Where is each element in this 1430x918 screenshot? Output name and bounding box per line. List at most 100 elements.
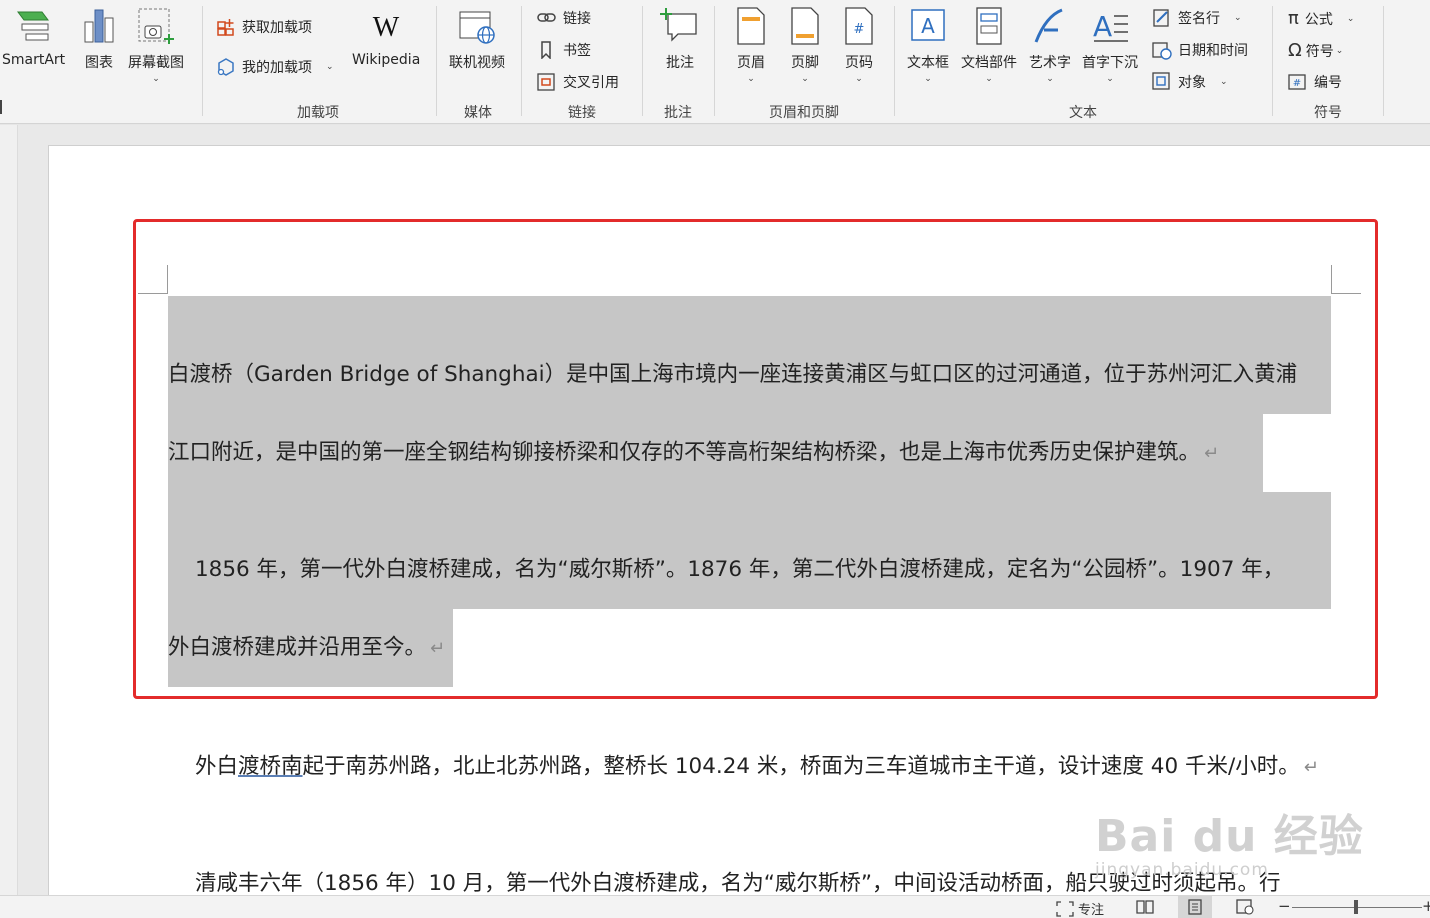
bookmark-label: 书签 (563, 43, 591, 59)
vertical-ruler-strip (0, 125, 18, 895)
comment-icon (660, 8, 697, 42)
group-label-header-footer: 页眉和页脚 (769, 105, 839, 121)
object-icon (1152, 72, 1170, 90)
chevron-down-icon: ⌄ (1220, 77, 1228, 87)
group-label-text: 文本 (1069, 105, 1097, 121)
chart-label: 图表 (85, 55, 113, 71)
paragraph-3-line-1[interactable]: 外白渡桥南起于南苏州路，北止北苏州路，整桥长 104.24 米，桥面为三车道城市… (195, 728, 1319, 806)
cross-reference-button[interactable]: 交叉引用 (537, 72, 619, 92)
page-number-label: 页码 (845, 55, 873, 71)
separator (642, 6, 643, 116)
pi-icon: π (1288, 8, 1299, 29)
symbol-label: 符号 (1305, 43, 1334, 60)
zoom-out-button[interactable]: − (1278, 897, 1291, 915)
chevron-down-icon: ⌄ (747, 74, 755, 84)
text-run: 外白 (195, 754, 239, 779)
header-icon (737, 7, 765, 45)
paragraph-mark-icon: ↵ (1303, 757, 1319, 778)
chevron-down-icon: ⌄ (924, 74, 932, 84)
print-layout-button[interactable] (1178, 896, 1212, 918)
separator (1383, 6, 1384, 116)
my-addins-label: 我的加载项 (242, 60, 312, 76)
equation-button[interactable]: π 公式 ⌄ (1288, 8, 1354, 29)
wikipedia-button[interactable]: W Wikipedia (352, 6, 420, 68)
status-bar: 专注 − + (0, 895, 1430, 918)
svg-text:A: A (921, 14, 935, 38)
footer-button[interactable]: 页脚 ⌄ (789, 6, 821, 84)
separator (436, 6, 437, 116)
group-label-media: 媒体 (464, 105, 492, 121)
comment-label: 批注 (666, 55, 694, 71)
separator (521, 6, 522, 116)
smartart-icon (16, 11, 49, 41)
wikipedia-label: Wikipedia (352, 52, 421, 68)
dropcap-button[interactable]: A 首字下沉 ⌄ (1082, 6, 1138, 84)
svg-text:W: W (373, 12, 400, 43)
print-layout-icon (1188, 899, 1202, 915)
separator (714, 6, 715, 116)
numbering-icon: # (1288, 74, 1306, 90)
symbol-button[interactable]: Ω 符号 ⌄ (1288, 40, 1343, 61)
chevron-down-icon: ⌄ (1234, 13, 1242, 23)
wordart-icon (1034, 8, 1063, 43)
signature-icon (1153, 9, 1169, 27)
left-edge-mark (0, 100, 2, 114)
focus-mode-button[interactable]: 专注 (1056, 899, 1104, 918)
link-button[interactable]: 链接 (537, 8, 591, 28)
separator (894, 6, 895, 116)
focus-label: 专注 (1078, 903, 1105, 918)
online-video-button[interactable]: 联机视频 (449, 6, 505, 72)
signature-line-button[interactable]: 签名行 ⌄ (1152, 8, 1242, 28)
footer-label: 页脚 (791, 55, 819, 71)
zoom-in-button[interactable]: + (1422, 897, 1430, 915)
page-number-button[interactable]: # 页码 ⌄ (843, 6, 875, 84)
numbering-label: 编号 (1314, 75, 1342, 91)
smartart-label: SmartArt (2, 52, 66, 68)
object-label: 对象 (1178, 75, 1206, 91)
chevron-down-icon: ⌄ (1106, 74, 1114, 84)
zoom-slider-thumb[interactable] (1354, 900, 1358, 914)
store-icon (217, 19, 234, 36)
numbering-button[interactable]: # 编号 (1288, 72, 1342, 92)
get-addins-button[interactable]: 获取加载项 (216, 17, 312, 37)
group-label-links: 链接 (568, 105, 596, 121)
wordart-button[interactable]: 艺术字 ⌄ (1029, 6, 1071, 84)
link-icon (537, 13, 556, 22)
quick-parts-button[interactable]: 文档部件 ⌄ (961, 6, 1017, 84)
screenshot-button[interactable]: 屏幕截图 ⌄ (128, 6, 184, 84)
dropcap-icon: A (1093, 10, 1128, 43)
underlined-text-run: 渡桥南 (238, 754, 303, 779)
addin-icon (217, 58, 234, 76)
bookmark-button[interactable]: 书签 (537, 40, 591, 60)
date-time-button[interactable]: 日期和时间 (1152, 40, 1248, 60)
group-label-comments: 批注 (664, 105, 692, 121)
page-number-icon: # (845, 7, 873, 45)
chevron-down-icon: ⌄ (985, 74, 993, 84)
wikipedia-icon: W (373, 12, 400, 43)
focus-icon (1056, 900, 1074, 917)
comment-button[interactable]: 批注 (660, 6, 700, 72)
chevron-down-icon: ⌄ (1046, 74, 1054, 84)
screenshot-icon (138, 8, 174, 44)
separator (1272, 6, 1273, 116)
omega-icon: Ω (1288, 40, 1302, 61)
chart-icon (84, 9, 114, 43)
chart-button[interactable]: 图表 (82, 6, 116, 72)
quick-parts-label: 文档部件 (961, 55, 1017, 71)
online-video-icon (459, 11, 495, 44)
textbox-button[interactable]: A 文本框 ⌄ (907, 6, 949, 84)
web-layout-button[interactable] (1236, 899, 1254, 915)
chevron-down-icon: ⌄ (1335, 45, 1344, 56)
link-label: 链接 (563, 11, 591, 27)
chevron-down-icon: ⌄ (152, 74, 160, 84)
my-addins-button[interactable]: 我的加载项 ⌄ (216, 57, 334, 77)
cross-reference-label: 交叉引用 (563, 75, 619, 91)
footer-icon (791, 7, 819, 45)
object-button[interactable]: 对象 ⌄ (1152, 72, 1228, 92)
header-button[interactable]: 页眉 ⌄ (735, 6, 767, 84)
watermark-brand: Bai du 经验 (1095, 811, 1364, 862)
read-mode-button[interactable] (1136, 899, 1154, 915)
smartart-button[interactable]: SmartArt (2, 6, 65, 68)
calendar-clock-icon (1152, 42, 1172, 60)
baidu-watermark: Bai du 经验 jingyan.baidu.com (1095, 800, 1364, 880)
